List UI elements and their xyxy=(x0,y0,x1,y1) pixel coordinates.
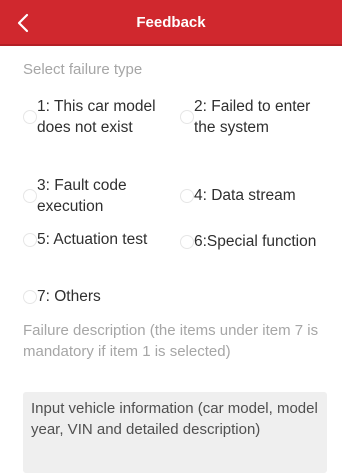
option-2-radio[interactable]: 2: Failed to enter the system xyxy=(180,96,330,138)
option-5-label: 5: Actuation test xyxy=(37,231,148,248)
page-title: Feedback xyxy=(136,14,206,31)
vehicle-info-input[interactable]: Input vehicle information (car model, mo… xyxy=(23,392,327,473)
option-7-radio[interactable]: 7: Others xyxy=(23,286,173,307)
option-1-label: 1: This car model does not exist xyxy=(37,98,156,136)
option-1-radio[interactable]: 1: This car model does not exist xyxy=(23,96,173,138)
option-5-radio[interactable]: 5: Actuation test xyxy=(23,229,178,250)
header-bar: Feedback xyxy=(0,0,342,46)
radio-button-icon[interactable] xyxy=(23,289,37,304)
failure-description-label: Failure description (the items under ite… xyxy=(23,322,319,360)
option-2-label: 2: Failed to enter the system xyxy=(194,98,311,136)
option-7-label: 7: Others xyxy=(37,288,101,305)
radio-button-icon[interactable] xyxy=(180,188,194,203)
option-4-radio[interactable]: 4: Data stream xyxy=(180,185,330,206)
radio-button-icon[interactable] xyxy=(23,189,37,203)
radio-button-icon[interactable] xyxy=(23,232,37,247)
radio-button-icon[interactable] xyxy=(23,110,37,124)
option-4-label: 4: Data stream xyxy=(194,187,296,204)
option-3-radio[interactable]: 3: Fault code execution xyxy=(23,175,173,217)
option-3-label: 3: Fault code execution xyxy=(37,177,127,215)
radio-button-icon[interactable] xyxy=(180,234,194,249)
option-6-label: 6:Special function xyxy=(194,233,317,250)
select-failure-type-label: Select failure type xyxy=(23,61,143,78)
radio-button-icon[interactable] xyxy=(180,110,194,124)
option-6-radio[interactable]: 6:Special function xyxy=(180,231,330,252)
